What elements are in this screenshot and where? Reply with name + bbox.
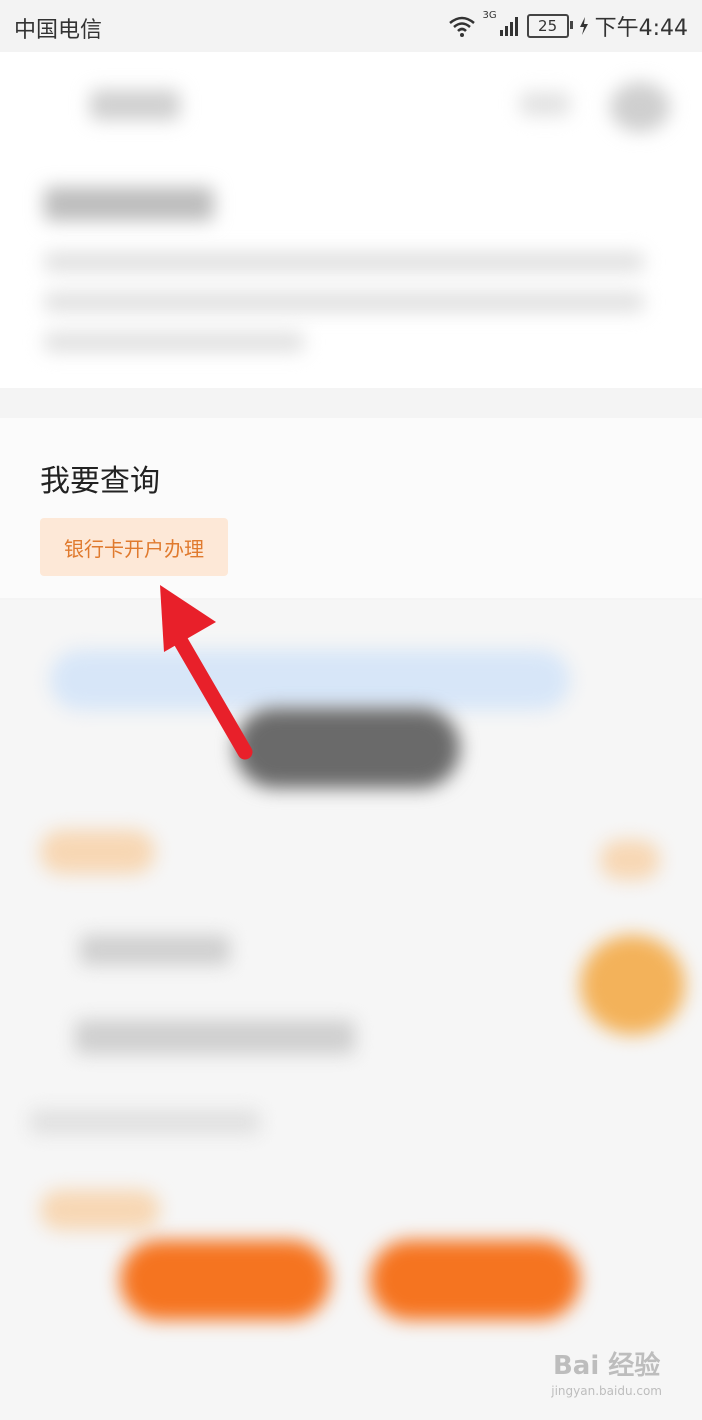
blurred-fab <box>580 935 685 1035</box>
blurred-icon <box>520 92 570 116</box>
charging-icon <box>579 17 588 35</box>
query-section-title: 我要查询 <box>40 464 160 499</box>
battery-indicator: 25 <box>526 14 573 38</box>
blurred-banner <box>50 650 570 710</box>
blurred-content-panel <box>0 600 702 1420</box>
blurred-text-line <box>75 1020 355 1054</box>
bank-card-account-chip[interactable]: 银行卡开户办理 <box>40 518 228 576</box>
carrier-label: 中国电信 <box>14 18 103 43</box>
blurred-title <box>90 90 180 120</box>
watermark-url: jingyan.baidu.com <box>551 1384 662 1398</box>
clock-label: 下午4:44 <box>594 16 688 41</box>
blurred-tag <box>40 1190 160 1230</box>
watermark-brand: Bai 经验 <box>552 1351 661 1381</box>
blurred-text-line <box>44 332 304 352</box>
status-bar: 中国电信 3G 25 下午4:44 <box>0 0 702 52</box>
signal-icon <box>499 17 518 36</box>
blurred-text-line <box>44 252 644 272</box>
wifi-icon <box>449 16 476 37</box>
blurred-text-line <box>80 935 230 965</box>
blurred-text-line <box>44 292 644 312</box>
red-arrow-icon <box>160 585 253 760</box>
blurred-tag <box>40 830 155 874</box>
blurred-action-button <box>120 1240 330 1320</box>
blurred-tag <box>600 840 660 880</box>
network-type-label: 3G <box>482 10 497 21</box>
blurred-heading <box>44 187 214 221</box>
blurred-action-button <box>370 1240 580 1320</box>
baidu-watermark: Bai 经验 jingyan.baidu.com <box>551 1345 662 1398</box>
blurred-header-panel <box>0 52 702 388</box>
blurred-text-line <box>30 1110 260 1134</box>
blurred-avatar <box>610 82 670 132</box>
status-icons: 3G 25 下午4:44 <box>448 10 688 42</box>
